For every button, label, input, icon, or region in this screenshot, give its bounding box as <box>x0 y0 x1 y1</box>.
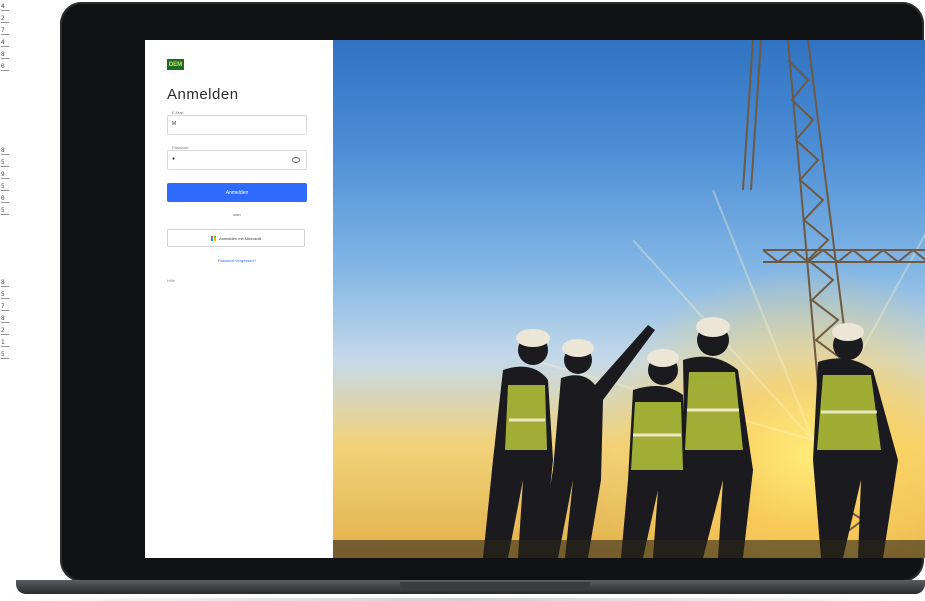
brand-logo: DEM <box>167 59 184 70</box>
edge-number: 0 <box>1 64 9 71</box>
edge-number: 1 <box>1 340 9 347</box>
edge-number: 5 <box>1 292 9 299</box>
edge-number-strip: 4 2 7 4 8 0 8 5 9 5 0 5 8 5 7 8 2 1 5 <box>0 0 12 601</box>
edge-number: 7 <box>1 304 9 311</box>
construction-scene <box>333 40 925 558</box>
edge-number: 9 <box>1 172 9 179</box>
footer-text[interactable]: Hilfe <box>167 278 175 283</box>
edge-number: 8 <box>1 316 9 323</box>
edge-number: 4 <box>1 40 9 47</box>
login-button[interactable]: Anmelden <box>167 183 307 202</box>
page-title: Anmelden <box>167 86 239 103</box>
email-field[interactable]: E-Mail M <box>167 110 307 135</box>
edge-number: 2 <box>1 16 9 23</box>
edge-number: 8 <box>1 280 9 287</box>
password-value: ● <box>172 156 176 162</box>
microsoft-login-button[interactable]: Anmelden mit Microsoft <box>167 229 305 247</box>
hero-photo <box>333 40 925 558</box>
edge-number: 5 <box>1 160 9 167</box>
edge-number: 0 <box>1 196 9 203</box>
email-value: M <box>172 121 177 127</box>
eye-icon[interactable] <box>292 157 300 163</box>
laptop-hinge-notch <box>400 582 590 590</box>
edge-number: 5 <box>1 184 9 191</box>
login-panel: DEM Anmelden E-Mail M Passwort ● Anmelde… <box>145 40 333 558</box>
microsoft-icon <box>211 235 217 241</box>
microsoft-login-label: Anmelden mit Microsoft <box>219 235 261 241</box>
password-label: Passwort <box>171 145 190 150</box>
edge-number: 5 <box>1 352 9 359</box>
laptop-frame: DEM Anmelden E-Mail M Passwort ● Anmelde… <box>60 2 925 582</box>
edge-number: 2 <box>1 328 9 335</box>
edge-number: 5 <box>1 208 9 215</box>
forgot-password-link[interactable]: Passwort vergessen? <box>167 258 307 263</box>
edge-number: 4 <box>1 4 9 11</box>
email-label: E-Mail <box>171 110 185 115</box>
password-field[interactable]: Passwort ● <box>167 145 307 170</box>
edge-number: 8 <box>1 52 9 59</box>
edge-number: 8 <box>1 148 9 155</box>
divider-text: oder <box>232 212 241 217</box>
laptop-screen: DEM Anmelden E-Mail M Passwort ● Anmelde… <box>145 40 925 558</box>
edge-number: 7 <box>1 28 9 35</box>
